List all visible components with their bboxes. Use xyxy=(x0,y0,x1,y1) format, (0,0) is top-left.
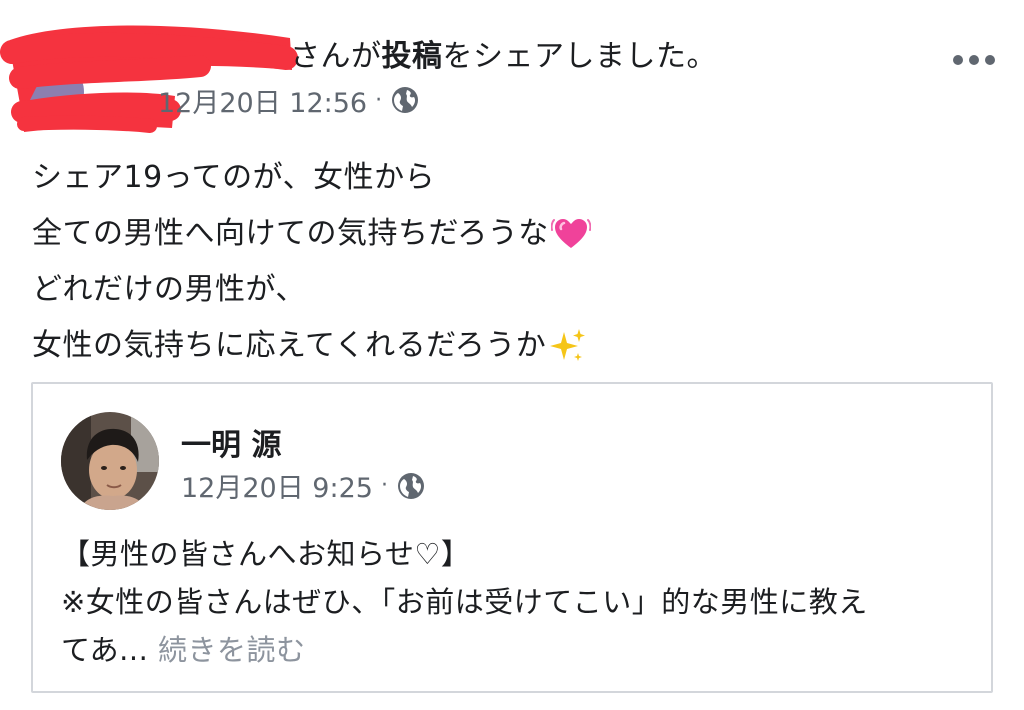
shared-post-card[interactable]: 一明 源 12月20日 9:25 · 【男性の皆さんへお知らせ♡】 ※女性の皆さ… xyxy=(31,382,993,693)
shared-post-text-line-3: てあ... 続きを読む xyxy=(61,626,971,674)
globe-icon xyxy=(397,472,424,499)
share-text-prefix: さんが xyxy=(290,39,382,74)
share-activity-text: さんが投稿をシェアしました。 xyxy=(290,36,717,78)
shared-post-text: 【男性の皆さんへお知らせ♡】 ※女性の皆さんはぜひ、「お前は受けてこい」的な男性… xyxy=(61,530,971,674)
post-body-line: どれだけの男性が、 xyxy=(32,262,992,318)
post-body: シェア19ってのが、女性から 全ての男性へ向けての気持ちだろうな どれだけの男性… xyxy=(32,150,992,374)
post-body-line-3: どれだけの男性が、 xyxy=(32,272,306,307)
meta-separator: · xyxy=(380,473,388,498)
shared-post-author-name[interactable]: 一明 源 xyxy=(181,420,281,464)
meta-separator: · xyxy=(375,87,383,113)
shared-post-text-line-2: ※女性の皆さんはぜひ、「お前は受けてこい」的な男性に教え xyxy=(61,585,868,619)
see-more-link[interactable]: 続きを読む xyxy=(158,633,306,667)
shared-post-feed-item: さんが投稿をシェアしました。 12月20日 12:56 · シェア19ってのが、… xyxy=(0,0,1024,710)
post-body-line-2: 全ての男性へ向けての気持ちだろうな xyxy=(32,216,549,251)
post-timestamp[interactable]: 12月20日 12:56 xyxy=(158,81,367,120)
share-text-suffix: をシェアしました。 xyxy=(442,39,717,74)
post-meta: 12月20日 12:56 · xyxy=(158,81,420,120)
author-avatar[interactable] xyxy=(61,412,159,510)
globe-icon xyxy=(392,87,419,113)
truncated-text: てあ... xyxy=(61,633,149,667)
post-body-line: 全ての男性へ向けての気持ちだろうな xyxy=(32,206,992,262)
post-body-line-4: 女性の気持ちに応えてくれるだろうか xyxy=(32,328,547,363)
shared-post-link[interactable]: 投稿 xyxy=(382,39,443,74)
shared-post-text-line-1: 【男性の皆さんへお知らせ♡】 xyxy=(61,537,471,571)
shared-post-meta: 12月20日 9:25 · xyxy=(181,466,426,505)
post-body-line-1: シェア19ってのが、女性から xyxy=(32,160,436,195)
sparkles-emoji-icon xyxy=(550,329,586,361)
more-options-icon[interactable] xyxy=(952,48,996,72)
post-header: さんが投稿をシェアしました。 12月20日 12:56 · xyxy=(0,0,1024,135)
shared-post-timestamp[interactable]: 12月20日 9:25 xyxy=(181,466,373,505)
post-body-line: シェア19ってのが、女性から xyxy=(32,150,992,206)
post-body-line: 女性の気持ちに応えてくれるだろうか xyxy=(32,318,992,374)
heart-pulse-emoji-icon xyxy=(550,219,591,248)
